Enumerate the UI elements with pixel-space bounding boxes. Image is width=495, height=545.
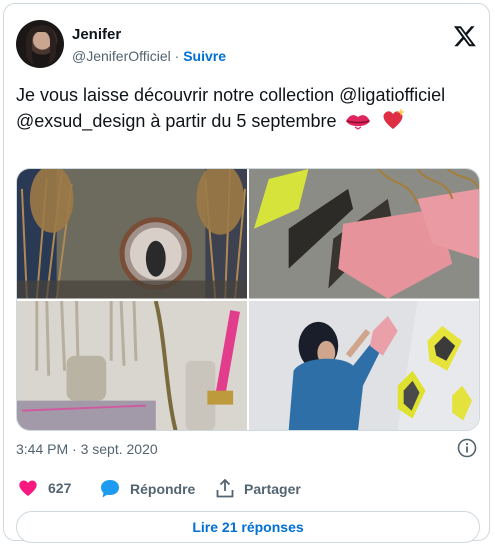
- lips-icon: [346, 115, 371, 130]
- tweet-header: Jenifer @JeniferOfficiel · Suivre: [16, 20, 477, 70]
- author-handle[interactable]: @JeniferOfficiel: [72, 48, 171, 64]
- reply-bubble-icon: [101, 480, 119, 498]
- share-label: Partager: [244, 480, 301, 497]
- avatar[interactable]: [16, 20, 64, 68]
- sparkling-heart-icon: [383, 108, 405, 129]
- read-replies-button[interactable]: Lire 21 réponses: [16, 511, 480, 543]
- like-button[interactable]: 627: [18, 479, 71, 497]
- tweet-actions: 627 Répondre Partager: [16, 479, 476, 503]
- reply-button[interactable]: Répondre: [100, 479, 195, 498]
- author-name[interactable]: Jenifer: [72, 26, 121, 43]
- photo-macrame-vase[interactable]: [17, 300, 247, 430]
- media-grid: [16, 168, 480, 431]
- photo-woman-hanging-mirrors[interactable]: [249, 300, 479, 430]
- info-icon[interactable]: [457, 438, 477, 458]
- reply-label: Répondre: [130, 480, 196, 497]
- photo-pink-mirrors-wall[interactable]: [249, 169, 479, 299]
- share-icon: [216, 479, 234, 498]
- separator-dot: ·: [174, 48, 180, 64]
- follow-button[interactable]: Suivre: [183, 48, 226, 64]
- photo-dried-flowers-mirror[interactable]: [17, 169, 247, 299]
- like-count: 627: [48, 480, 72, 496]
- x-logo-icon[interactable]: [453, 24, 477, 48]
- heart-icon: [19, 480, 37, 496]
- tweet-card: Jenifer @JeniferOfficiel · Suivre Je vou…: [3, 3, 490, 543]
- tweet-timestamp[interactable]: 3:44 PM · 3 sept. 2020: [16, 441, 158, 457]
- tweet-text: Je vous laisse découvrir notre collectio…: [16, 82, 476, 134]
- author-handle-line: @JeniferOfficiel · Suivre: [72, 48, 226, 64]
- share-button[interactable]: Partager: [216, 479, 301, 498]
